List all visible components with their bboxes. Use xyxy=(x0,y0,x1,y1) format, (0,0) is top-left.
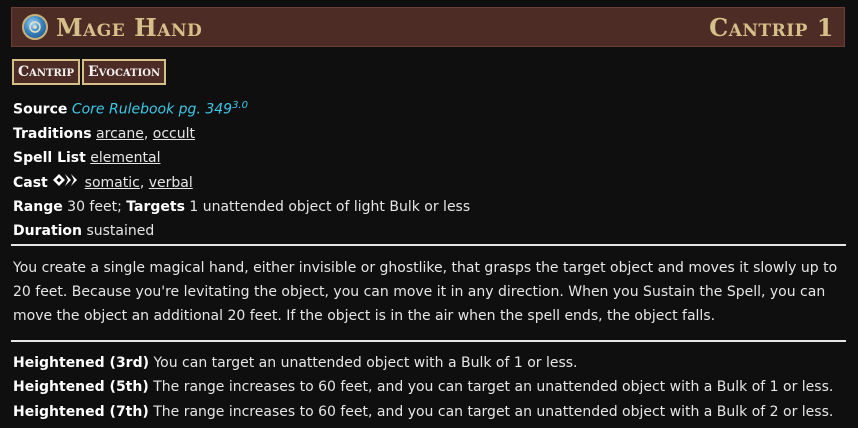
heightened-entry: Heightened (7th) The range increases to … xyxy=(13,400,853,424)
two-actions-icon xyxy=(52,171,80,195)
trait-cantrip[interactable]: Cantrip xyxy=(12,59,80,85)
targets-value: 1 unattended object of light Bulk or les… xyxy=(189,199,471,215)
heightened-label: Heightened (3rd) xyxy=(13,355,150,371)
heightened-label: Heightened (5th) xyxy=(13,379,149,396)
heightened-text: The range increases to 60 feet, and you … xyxy=(153,403,834,420)
title-left: Mage Hand xyxy=(22,13,202,42)
heightened-label: Heightened (7th) xyxy=(13,403,149,420)
source-link[interactable]: Core Rulebook pg. 349 xyxy=(72,102,232,118)
duration-line: Duration sustained xyxy=(13,219,848,243)
trait-evocation[interactable]: Evocation xyxy=(82,59,167,85)
trait-list: Cantrip Evocation xyxy=(12,59,167,85)
duration-label: Duration xyxy=(13,223,83,240)
duration-value: sustained xyxy=(86,223,155,240)
logo-glyph-icon xyxy=(29,21,41,33)
spell-list-label: Spell List xyxy=(13,150,86,167)
range-value: 30 feet; xyxy=(67,199,122,215)
archives-of-nethys-logo-icon[interactable] xyxy=(22,14,48,40)
tradition-link-arcane[interactable]: arcane xyxy=(96,126,144,142)
cast-verbal-link[interactable]: verbal xyxy=(149,175,193,191)
heightened-text: You can target an unattended object with… xyxy=(153,355,578,371)
cast-line: Cast somatic, verbal xyxy=(13,171,848,195)
spell-level: Cantrip 1 xyxy=(709,12,834,42)
spell-list-line: Spell List elemental xyxy=(13,146,848,170)
source-line: Source Core Rulebook pg. 3493.0 xyxy=(13,94,848,122)
spell-list-link[interactable]: elemental xyxy=(90,150,160,166)
spell-name[interactable]: Mage Hand xyxy=(56,13,202,42)
targets-label: Targets xyxy=(126,199,185,215)
range-line: Range 30 feet; Targets 1 unattended obje… xyxy=(13,195,848,219)
divider-top xyxy=(11,244,846,246)
two-actions-glyph-icon xyxy=(53,173,78,186)
heightened-list: Heightened (3rd) You can target an unatt… xyxy=(13,351,853,424)
tradition-link-occult[interactable]: occult xyxy=(153,126,195,142)
cast-somatic-link[interactable]: somatic xyxy=(85,175,140,191)
source-label: Source xyxy=(13,101,68,118)
traditions-line: Traditions arcane, occult xyxy=(13,125,195,142)
heightened-text: The range increases to 60 feet, and you … xyxy=(153,379,834,396)
divider-bottom xyxy=(11,340,846,342)
range-label: Range xyxy=(13,199,63,215)
spell-title-bar: Mage Hand Cantrip 1 xyxy=(11,7,845,47)
cast-label: Cast xyxy=(13,174,48,191)
spell-info: Source Core Rulebook pg. 3493.0 Traditio… xyxy=(13,94,848,244)
traditions-label: Traditions xyxy=(13,125,92,142)
spell-description: You create a single magical hand, either… xyxy=(13,260,838,324)
heightened-entry: Heightened (5th) The range increases to … xyxy=(13,375,853,399)
heightened-entry: Heightened (3rd) You can target an unatt… xyxy=(13,351,853,375)
source-version[interactable]: 3.0 xyxy=(232,100,248,111)
